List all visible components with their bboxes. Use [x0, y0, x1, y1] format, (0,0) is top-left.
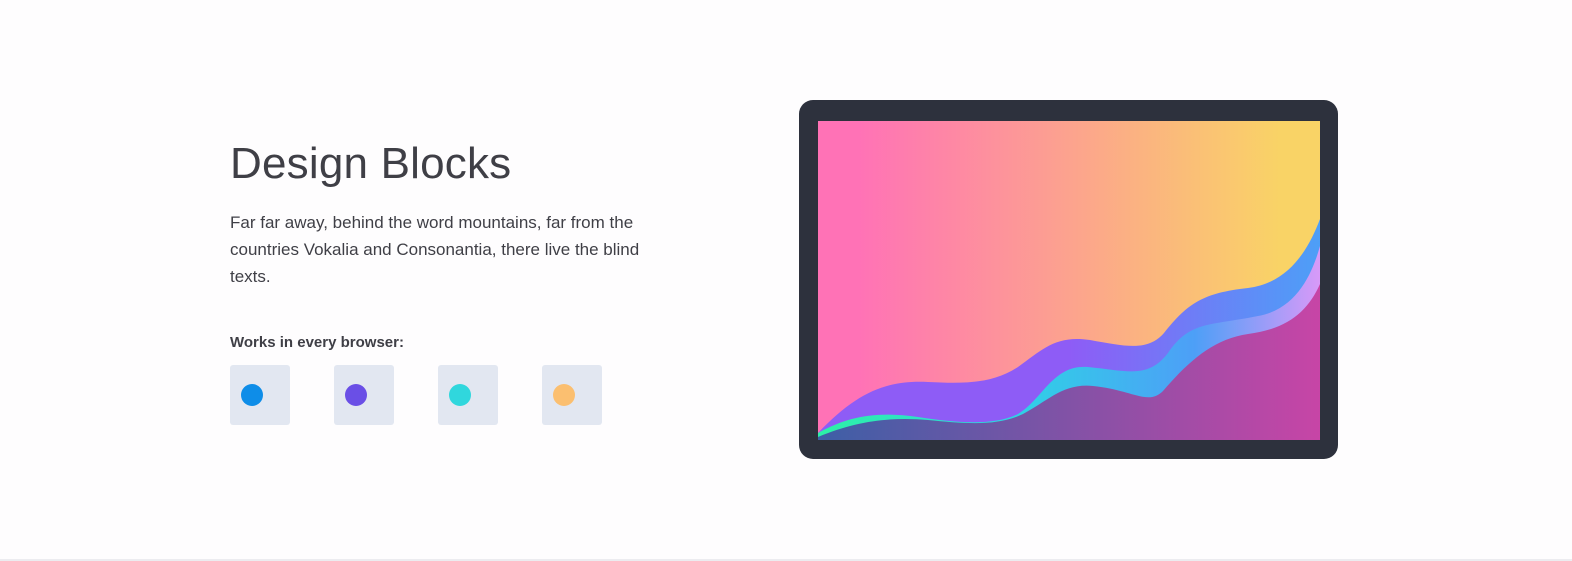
- browsers-label: Works in every browser:: [230, 334, 404, 351]
- page-title: Design Blocks: [230, 139, 512, 188]
- edge-icon: [449, 384, 471, 406]
- device-frame: [799, 100, 1338, 459]
- hero-text: Design Blocks Far far away, behind the w…: [230, 138, 680, 290]
- browser-tile-safari[interactable]: [542, 365, 602, 425]
- browser-tile-edge[interactable]: [438, 365, 498, 425]
- abstract-waves-illustration: [818, 121, 1320, 440]
- browser-tile-chrome[interactable]: [230, 365, 290, 425]
- browser-tile-firefox[interactable]: [334, 365, 394, 425]
- browser-list: [230, 365, 602, 425]
- device-screen: [818, 121, 1320, 440]
- hero-description: Far far away, behind the word mountains,…: [230, 213, 640, 286]
- chrome-icon: [241, 384, 263, 406]
- firefox-icon: [345, 384, 367, 406]
- safari-icon: [553, 384, 575, 406]
